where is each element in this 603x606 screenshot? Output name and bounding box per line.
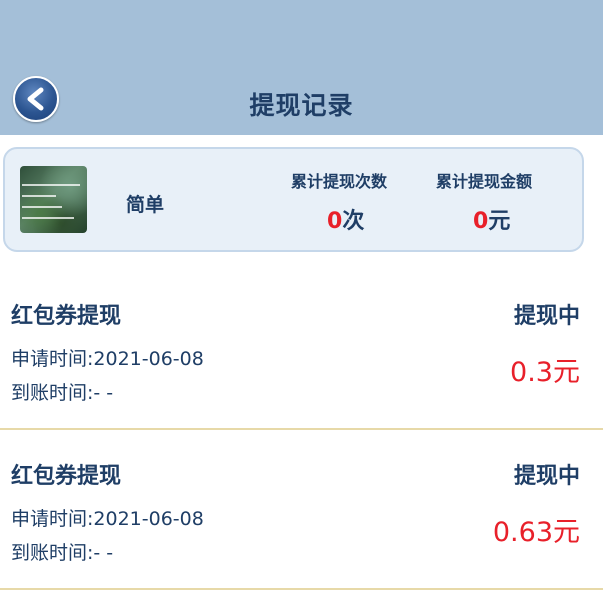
- username: 简单: [126, 194, 165, 216]
- withdraw-amount-label: 累计提现金额: [436, 172, 533, 191]
- withdraw-amount-value: 0元: [473, 203, 510, 235]
- record-apply-time: 申请时间:2021-06-08: [11, 508, 204, 530]
- record-amount: 0.3元: [510, 357, 580, 388]
- record-arrive-time: 到账时间:- -: [11, 542, 114, 564]
- withdraw-count-number: 0: [327, 209, 343, 234]
- record-status: 提现中: [513, 304, 580, 329]
- record-type: 红包券提现: [11, 304, 122, 329]
- withdraw-amount-number: 0: [473, 209, 489, 234]
- summary-card: 简单 累计提现次数 0次 累计提现金额 0元: [3, 147, 584, 252]
- record-amount: 0.63元: [492, 517, 580, 548]
- page-title: 提现记录: [249, 91, 354, 120]
- withdraw-record-item[interactable]: 红包券提现 提现中 申请时间:2021-06-08 到账时间:- - 0.63元: [0, 430, 603, 590]
- withdraw-count-unit: 次: [342, 209, 365, 234]
- withdraw-amount-unit: 元: [488, 209, 511, 234]
- withdraw-count-value: 0次: [327, 203, 364, 235]
- record-arrive-time: 到账时间:- -: [11, 382, 114, 404]
- withdraw-record-item[interactable]: 红包券提现 提现中 申请时间:2021-06-08 到账时间:- - 0.3元: [0, 270, 603, 430]
- record-type: 红包券提现: [11, 464, 122, 489]
- avatar: [20, 166, 87, 233]
- header-bar: 提现记录: [0, 0, 603, 135]
- record-status: 提现中: [513, 464, 580, 489]
- withdraw-count-label: 累计提现次数: [291, 172, 388, 191]
- record-apply-time: 申请时间:2021-06-08: [11, 348, 204, 370]
